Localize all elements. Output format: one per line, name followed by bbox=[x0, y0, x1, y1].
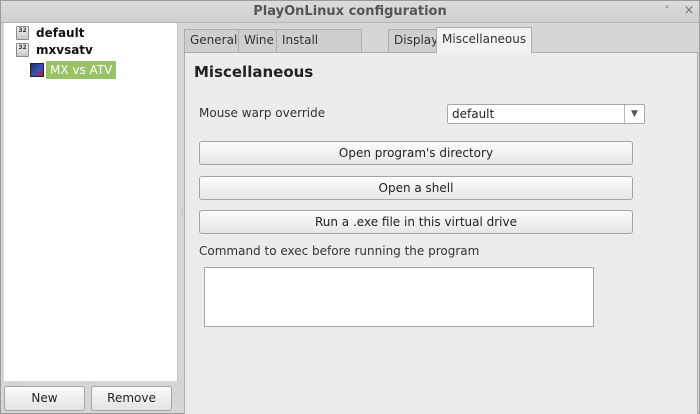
game-icon bbox=[30, 62, 44, 77]
mouse-warp-value: default bbox=[452, 107, 495, 121]
splitter-handle[interactable]: ⋮ bbox=[178, 209, 186, 221]
open-directory-button[interactable]: Open program's directory bbox=[199, 141, 633, 165]
tab-install-components[interactable]: Install components bbox=[276, 29, 363, 68]
tree-item-default[interactable]: 32 default bbox=[16, 24, 84, 41]
chevron-down-icon[interactable]: ▼ bbox=[624, 105, 644, 123]
tree-item-mxvsatv[interactable]: 32 mxvsatv bbox=[16, 41, 93, 58]
window-title: PlayOnLinux configuration bbox=[253, 4, 447, 19]
config-window: PlayOnLinux configuration ˅ × 32 default… bbox=[0, 0, 700, 414]
open-shell-button[interactable]: Open a shell bbox=[199, 176, 633, 200]
prefix-32-icon: 32 bbox=[16, 42, 29, 57]
prefix-32-icon: 32 bbox=[16, 25, 29, 40]
new-button[interactable]: New bbox=[4, 386, 85, 411]
command-label: Command to exec before running the progr… bbox=[199, 244, 480, 258]
minimize-icon[interactable]: ˅ bbox=[660, 4, 674, 18]
tree-item-label: mxvsatv bbox=[36, 42, 93, 57]
tree-item-label: MX vs ATV bbox=[46, 60, 117, 79]
prefix-tree[interactable]: 32 default 32 mxvsatv MX vs ATV bbox=[4, 23, 178, 381]
mouse-warp-label: Mouse warp override bbox=[199, 106, 326, 120]
tree-item-label: default bbox=[36, 25, 85, 40]
command-textarea[interactable] bbox=[204, 267, 594, 327]
page-title: Miscellaneous bbox=[194, 63, 314, 81]
mouse-warp-select[interactable]: default ▼ bbox=[447, 104, 645, 124]
close-icon[interactable]: × bbox=[682, 4, 696, 18]
misc-panel: Miscellaneous Mouse warp override defaul… bbox=[184, 52, 698, 414]
remove-button[interactable]: Remove bbox=[91, 386, 172, 411]
tab-miscellaneous[interactable]: Miscellaneous bbox=[436, 27, 533, 53]
tree-item-mx-vs-atv[interactable]: MX vs ATV bbox=[30, 60, 117, 79]
tab-wine[interactable]: Wine bbox=[238, 29, 280, 52]
title-bar[interactable]: PlayOnLinux configuration ˅ × bbox=[1, 1, 699, 23]
run-exe-button[interactable]: Run a .exe file in this virtual drive bbox=[199, 210, 633, 234]
tab-general[interactable]: General bbox=[184, 29, 244, 52]
